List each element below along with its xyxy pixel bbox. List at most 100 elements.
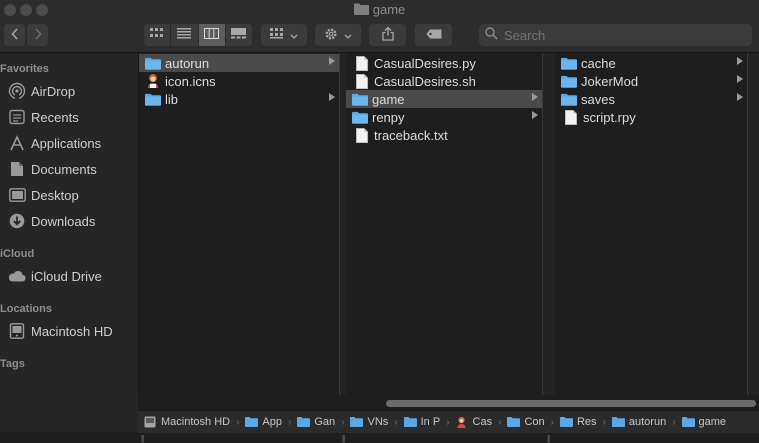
path-separator-icon: › [498, 416, 502, 428]
list-item-autorun[interactable]: autorun [139, 54, 339, 72]
columns-icon [204, 26, 220, 44]
sidebar-item-icloud-drive[interactable]: iCloud Drive [8, 265, 102, 287]
sidebar-item-documents[interactable]: Documents [8, 158, 97, 180]
path-crumb-label: App [262, 416, 282, 428]
list-item-traceback-txt[interactable]: traceback.txt [346, 126, 542, 144]
path-separator-icon: › [602, 416, 606, 428]
path-separator-icon: › [550, 416, 554, 428]
list-view-button[interactable] [171, 24, 199, 46]
sidebar-item-airdrop[interactable]: AirDrop [8, 80, 75, 102]
path-crumb-label: autorun [628, 416, 667, 428]
window-title-area: game [0, 2, 759, 18]
sidebar-item-downloads[interactable]: Downloads [8, 210, 95, 232]
disclosure-arrow-icon [532, 93, 538, 101]
column-resize-handle[interactable]: || [342, 434, 345, 443]
desktop-icon [8, 186, 26, 204]
view-mode-selector[interactable] [144, 24, 252, 46]
back-button[interactable] [4, 24, 25, 46]
disclosure-arrow-icon [737, 93, 743, 101]
file-name: JokerMod [581, 73, 639, 89]
search-field[interactable]: Search [479, 24, 752, 46]
group-by-button[interactable] [261, 24, 307, 46]
column-2: CasualDesires.py CasualDesires.sh game r… [342, 53, 542, 443]
sidebar-item-label: iCloud Drive [31, 268, 102, 284]
applications-icon [8, 134, 26, 152]
column-view-button[interactable] [198, 24, 226, 46]
folder-icon [611, 417, 625, 428]
disclosure-arrow-icon [329, 93, 335, 101]
folder-icon [352, 92, 368, 106]
path-crumb[interactable]: autorun › [611, 416, 676, 428]
search-placeholder: Search [504, 27, 546, 43]
sidebar-item-desktop[interactable]: Desktop [8, 184, 79, 206]
list-item-cache[interactable]: cache [555, 54, 747, 72]
path-crumb[interactable]: game [681, 416, 726, 428]
image-file-icon [145, 74, 161, 88]
path-crumb[interactable]: Con › [507, 416, 554, 428]
path-crumb-label: VNs [367, 416, 389, 428]
path-separator-icon: › [341, 416, 345, 428]
path-separator-icon: › [394, 416, 398, 428]
chevron-down-icon [290, 28, 298, 42]
sidebar-item-label: Macintosh HD [31, 323, 113, 339]
path-crumb[interactable]: App › [245, 416, 291, 428]
column-resize-handle[interactable]: || [141, 434, 144, 443]
sidebar-item-recents[interactable]: Recents [8, 106, 79, 128]
gear-icon [324, 27, 338, 44]
path-crumb[interactable]: VNs › [350, 416, 398, 428]
path-crumb-label: Res [576, 416, 597, 428]
path-crumb[interactable]: Gan › [297, 416, 344, 428]
folder-icon [561, 56, 577, 70]
folder-icon [297, 417, 311, 428]
file-name: traceback.txt [374, 127, 448, 143]
app-icon [456, 416, 469, 428]
list-item-script-rpy[interactable]: script.rpy [555, 108, 747, 126]
folder-icon [559, 417, 573, 428]
folder-icon [145, 92, 161, 106]
file-name: renpy [372, 109, 405, 125]
edit-tags-button[interactable] [415, 24, 452, 46]
path-crumb[interactable]: Cas › [456, 416, 502, 428]
disclosure-arrow-icon [737, 57, 743, 65]
sidebar-section-tags: Tags [0, 358, 25, 370]
action-menu-button[interactable] [315, 24, 361, 46]
path-bar: Macintosh HD › App › Gan › VNs › In P › Cas › … [138, 410, 759, 433]
column-resize-handle[interactable]: || [547, 434, 550, 443]
file-name: lib [165, 91, 179, 107]
folder-icon [353, 3, 369, 18]
column-gutter [748, 53, 759, 395]
path-crumb[interactable]: In P › [403, 416, 450, 428]
path-separator-icon: › [672, 416, 676, 428]
sidebar-section-icloud: iCloud [0, 248, 35, 260]
path-crumb[interactable]: Res › [559, 416, 606, 428]
window-toolbar: game Search [0, 0, 759, 53]
sidebar-item-applications[interactable]: Applications [8, 132, 101, 154]
icon-view-button[interactable] [144, 24, 172, 46]
sidebar-item-macintosh-hd[interactable]: Macintosh HD [8, 320, 113, 342]
gallery-view-button[interactable] [226, 24, 252, 46]
list-item-jokermod[interactable]: JokerMod [555, 72, 747, 90]
tag-icon [426, 28, 442, 42]
folder-icon [245, 417, 259, 428]
list-item-game[interactable]: game [346, 90, 542, 108]
sidebar-item-label: AirDrop [31, 83, 76, 99]
horizontal-scrollbar-thumb[interactable] [386, 400, 756, 407]
documents-icon [8, 160, 26, 178]
path-crumb[interactable]: Macintosh HD › [144, 416, 239, 428]
folder-icon [561, 74, 577, 88]
share-button[interactable] [369, 24, 406, 46]
path-separator-icon: › [288, 416, 292, 428]
folder-icon [350, 417, 364, 428]
document-icon [563, 109, 579, 125]
list-item-casualdesires-py[interactable]: CasualDesires.py [346, 54, 542, 72]
list-item-renpy[interactable]: renpy [346, 108, 542, 126]
list-item-icon-icns[interactable]: icon.icns [139, 72, 339, 90]
sidebar-item-label: Documents [31, 161, 97, 177]
column-gutter [543, 53, 555, 395]
list-item-saves[interactable]: saves [555, 90, 747, 108]
list-item-lib[interactable]: lib [139, 90, 339, 108]
list-item-casualdesires-sh[interactable]: CasualDesires.sh [346, 72, 542, 90]
file-name: CasualDesires.py [374, 55, 476, 71]
forward-button[interactable] [27, 24, 48, 46]
share-icon [381, 26, 394, 44]
